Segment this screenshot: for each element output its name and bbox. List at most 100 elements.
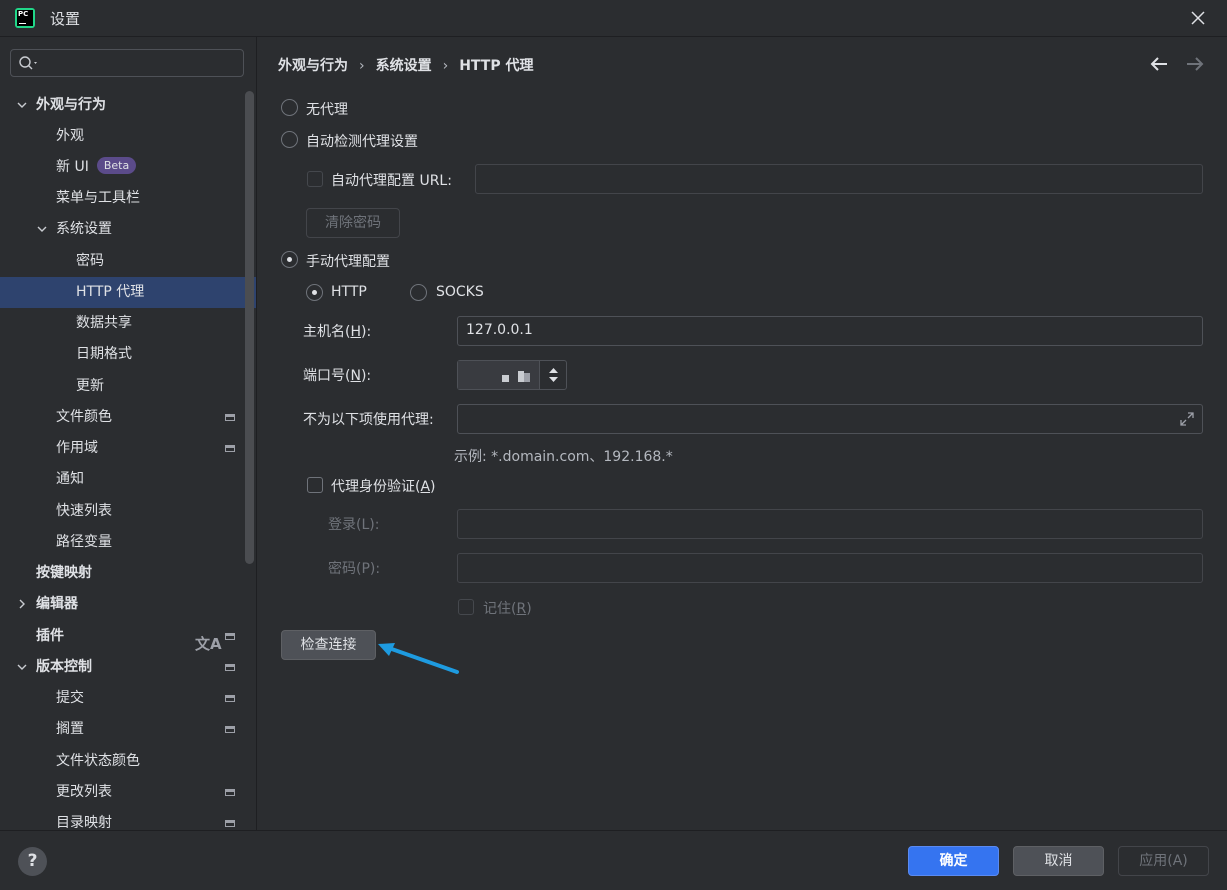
sidebar-item-label: 通知: [56, 471, 84, 487]
forward-arrow-icon[interactable]: [1184, 55, 1204, 73]
beta-badge: Beta: [96, 157, 137, 174]
sidebar-item-keymap[interactable]: 按键映射: [0, 558, 256, 589]
chevron-down-icon: [37, 226, 47, 232]
auto-detect-proxy-label: 自动检测代理设置: [306, 134, 418, 150]
hostname-label: 主机名(H):: [303, 324, 372, 340]
ok-button[interactable]: 确定: [908, 846, 999, 876]
sidebar-item-system-settings[interactable]: 系统设置: [0, 214, 256, 245]
cancel-button[interactable]: 取消: [1013, 846, 1104, 876]
sidebar-item-commit[interactable]: 提交: [0, 683, 256, 714]
auto-detect-proxy-radio[interactable]: [281, 131, 298, 148]
sidebar-item-appearance-behavior[interactable]: 外观与行为: [0, 90, 256, 121]
manual-proxy-label: 手动代理配置: [306, 254, 390, 270]
sidebar-item-path-variables[interactable]: 路径变量: [0, 527, 256, 558]
sidebar-item-label: 提交: [56, 690, 84, 706]
sidebar-item-appearance[interactable]: 外观: [0, 121, 256, 152]
sidebar-item-file-colors[interactable]: 文件颜色: [0, 402, 256, 433]
sidebar-item-shelf[interactable]: 搁置: [0, 714, 256, 745]
sidebar-item-changelists[interactable]: 更改列表: [0, 777, 256, 808]
login-label: 登录(L):: [328, 517, 380, 533]
clear-password-button[interactable]: 清除密码: [306, 208, 400, 238]
sidebar-item-label: 作用域: [56, 440, 98, 456]
title-bar: PC 设置: [0, 0, 1227, 37]
port-number-spinner[interactable]: [457, 360, 567, 390]
sidebar-item-label: 密码: [76, 253, 104, 269]
hostname-input[interactable]: 127.0.0.1: [457, 316, 1203, 346]
sidebar-item-directory-mappings[interactable]: 目录映射: [0, 808, 256, 830]
sidebar-item-label: 搁置: [56, 721, 84, 737]
settings-sidebar: 外观与行为 外观 新 UI Beta 菜单与工具栏 系统设置 密码 HTTP 代理…: [0, 37, 256, 830]
sidebar-item-label: 目录映射: [56, 815, 112, 830]
check-connection-button[interactable]: 检查连接: [281, 630, 376, 660]
sidebar-item-date-formats[interactable]: 日期格式: [0, 339, 256, 370]
http-protocol-radio[interactable]: [306, 284, 323, 301]
spinner-arrows-icon[interactable]: [539, 361, 567, 389]
close-icon[interactable]: [1188, 8, 1208, 28]
remember-password-label: 记住(R): [483, 601, 532, 617]
project-level-icon: [225, 695, 235, 702]
sidebar-item-quick-lists[interactable]: 快速列表: [0, 496, 256, 527]
sidebar-item-label: 版本控制: [36, 659, 92, 675]
project-level-icon: [225, 820, 235, 827]
sidebar-item-editor[interactable]: 编辑器: [0, 589, 256, 620]
sidebar-item-label: 菜单与工具栏: [56, 190, 140, 206]
port-label: 端口号(N):: [303, 368, 372, 384]
auto-config-url-label: 自动代理配置 URL:: [331, 173, 452, 189]
manual-proxy-radio[interactable]: [281, 251, 298, 268]
sidebar-item-updates[interactable]: 更新: [0, 371, 256, 402]
breadcrumb-item[interactable]: 系统设置: [376, 58, 432, 74]
sidebar-item-passwords[interactable]: 密码: [0, 246, 256, 277]
sidebar-item-label: 文件颜色: [56, 409, 112, 425]
login-input[interactable]: [457, 509, 1203, 539]
project-level-icon: [225, 789, 235, 796]
sidebar-item-label: 日期格式: [76, 346, 132, 362]
sidebar-item-notifications[interactable]: 通知: [0, 464, 256, 495]
sidebar-item-file-status-colors[interactable]: 文件状态颜色: [0, 746, 256, 777]
project-level-icon: [225, 726, 235, 733]
window-title: 设置: [50, 10, 81, 28]
proxy-auth-label: 代理身份验证(A): [331, 479, 436, 495]
sidebar-item-label: 快速列表: [56, 503, 112, 519]
expand-icon[interactable]: [1179, 411, 1195, 427]
sidebar-item-label: 文件状态颜色: [56, 753, 140, 769]
sidebar-item-label: 插件: [36, 628, 64, 644]
project-level-icon: [225, 664, 235, 671]
sidebar-item-label: 数据共享: [76, 315, 132, 331]
auto-config-url-checkbox[interactable]: [307, 171, 323, 187]
annotation-arrow-icon: [378, 643, 459, 674]
sidebar-item-label: HTTP 代理: [76, 284, 145, 300]
chevron-right-icon: ›: [359, 58, 365, 74]
port-number-input[interactable]: [458, 361, 539, 389]
chevron-right-icon: [19, 599, 25, 609]
sidebar-item-scopes[interactable]: 作用域: [0, 433, 256, 464]
socks-protocol-label: SOCKS: [436, 284, 484, 300]
remember-password-checkbox[interactable]: [458, 599, 474, 615]
settings-search-input[interactable]: [10, 49, 244, 77]
sidebar-item-new-ui[interactable]: 新 UI Beta: [0, 152, 256, 183]
breadcrumb-item[interactable]: 外观与行为: [278, 58, 348, 74]
breadcrumb-item: HTTP 代理: [459, 58, 534, 74]
project-level-icon: [225, 445, 235, 452]
sidebar-item-version-control[interactable]: 版本控制: [0, 652, 256, 683]
apply-button[interactable]: 应用(A): [1118, 846, 1209, 876]
help-button[interactable]: ?: [18, 847, 47, 876]
proxy-auth-checkbox[interactable]: [307, 477, 323, 493]
sidebar-item-data-sharing[interactable]: 数据共享: [0, 308, 256, 339]
sidebar-item-plugins[interactable]: 插件 文A: [0, 621, 256, 653]
password-input[interactable]: [457, 553, 1203, 583]
http-protocol-label: HTTP: [331, 284, 367, 300]
chevron-down-icon: [17, 102, 27, 108]
sidebar-item-menus-toolbars[interactable]: 菜单与工具栏: [0, 183, 256, 214]
sidebar-item-http-proxy[interactable]: HTTP 代理: [0, 277, 256, 308]
no-proxy-for-input[interactable]: [457, 404, 1203, 434]
socks-protocol-radio[interactable]: [410, 284, 427, 301]
sidebar-scrollbar[interactable]: [245, 91, 254, 564]
project-level-icon: [225, 414, 235, 421]
no-proxy-radio[interactable]: [281, 99, 298, 116]
search-icon: [19, 56, 37, 70]
pycharm-logo-icon: PC: [15, 8, 35, 28]
sidebar-item-label: 编辑器: [36, 596, 78, 612]
back-arrow-icon[interactable]: [1150, 55, 1170, 73]
auto-config-url-input[interactable]: [475, 164, 1203, 194]
sidebar-item-label: 更改列表: [56, 784, 112, 800]
